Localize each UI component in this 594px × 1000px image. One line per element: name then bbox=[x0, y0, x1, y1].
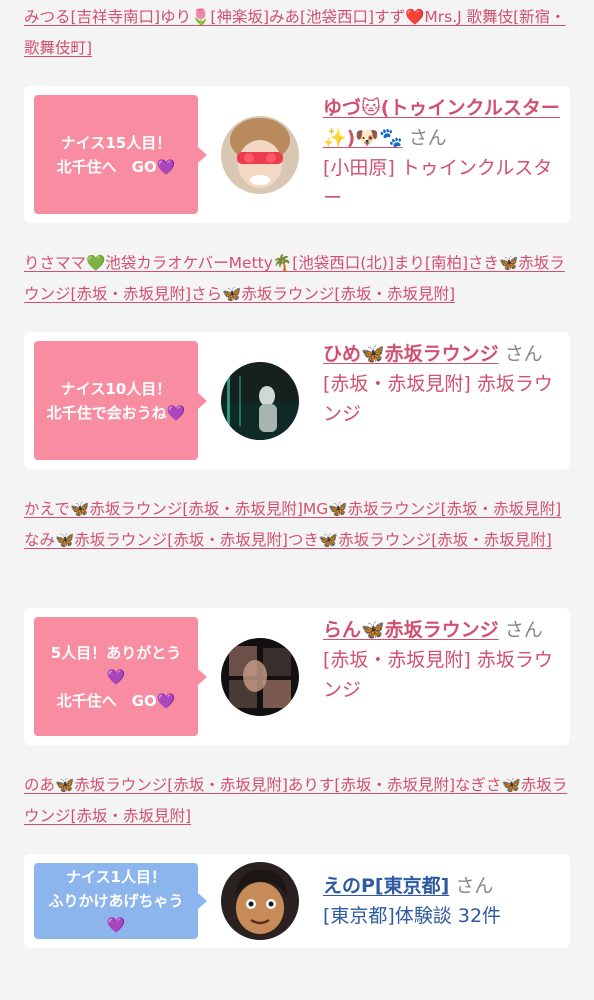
message-bubble: 5人目！ありがとう💜 北千住へ GO💜 bbox=[34, 617, 207, 736]
avatar-photo-icon bbox=[221, 638, 299, 716]
avatar-face-icon bbox=[221, 862, 299, 940]
review-card[interactable]: ナイス10人目！ 北千住で会おうね💜 ひめ🦋赤坂ラウンジ さん [赤坂・赤坂見附… bbox=[24, 332, 570, 469]
reviewer-info: ゆづ🐱(トゥインクルスター✨)🐶🐾 さん [小田原] トゥインクルスター bbox=[323, 93, 563, 213]
review-card[interactable]: 5人目！ありがとう💜 北千住へ GO💜 らん🦋赤坂ラウンジ さん [赤坂・赤坂見… bbox=[24, 608, 570, 745]
bubble-tail bbox=[198, 668, 207, 685]
bubble-tail bbox=[198, 893, 207, 909]
reviewer-info: ひめ🦋赤坂ラウンジ さん [赤坂・赤坂見附] 赤坂ラウンジ bbox=[323, 339, 563, 429]
honorific: さん bbox=[504, 619, 543, 641]
review-card[interactable]: ナイス15人目！ 北千住へ GO💜 ゆづ🐱(トゥインクルスター✨)🐶🐾 さん [… bbox=[24, 86, 570, 223]
bubble-tail bbox=[198, 392, 207, 409]
cast-links[interactable]: かえで🦋赤坂ラウンジ[赤坂・赤坂見附]MG🦋赤坂ラウンジ[赤坂・赤坂見附]なみ🦋… bbox=[24, 500, 561, 549]
message-text: ナイス15人目！ 北千住へ GO💜 bbox=[56, 133, 176, 176]
avatar[interactable] bbox=[221, 116, 299, 194]
cast-link-strip: のあ🦋赤坂ラウンジ[赤坂・赤坂見附]ありす[赤坂・赤坂見附]なぎさ🦋赤坂ラウンジ… bbox=[24, 770, 576, 832]
reviewer-name[interactable]: ひめ🦋赤坂ラウンジ bbox=[323, 343, 499, 365]
honorific: さん bbox=[504, 343, 543, 365]
shop-location: [小田原] トゥインクルスター bbox=[323, 157, 553, 209]
shop-location: [赤坂・赤坂見附] 赤坂ラウンジ bbox=[323, 649, 553, 701]
cast-links[interactable]: のあ🦋赤坂ラウンジ[赤坂・赤坂見附]ありす[赤坂・赤坂見附]なぎさ🦋赤坂ラウンジ… bbox=[24, 776, 567, 825]
honorific: さん bbox=[408, 127, 447, 149]
honorific: さん bbox=[455, 875, 494, 897]
avatar[interactable] bbox=[221, 638, 299, 716]
message-text: ナイス10人目！ 北千住で会おうね💜 bbox=[46, 379, 186, 422]
review-feed: みつる[吉祥寺南口]ゆり🌷[神楽坂]みあ[池袋西口]すず❤️Mrs.J 歌舞伎[… bbox=[0, 0, 594, 1000]
avatar-photo-icon bbox=[221, 362, 299, 440]
reviewer-name[interactable]: えのP[東京都] bbox=[323, 875, 449, 897]
shop-location: [赤坂・赤坂見附] 赤坂ラウンジ bbox=[323, 373, 553, 425]
message-bubble: ナイス1人目！ ふりかけあげちゃう💜 bbox=[34, 863, 207, 939]
cast-link-strip: みつる[吉祥寺南口]ゆり🌷[神楽坂]みあ[池袋西口]すず❤️Mrs.J 歌舞伎[… bbox=[24, 2, 576, 64]
cast-link-strip: かえで🦋赤坂ラウンジ[赤坂・赤坂見附]MG🦋赤坂ラウンジ[赤坂・赤坂見附]なみ🦋… bbox=[24, 494, 576, 556]
cast-link-strip: りさママ💚池袋カラオケバーMetty🌴[池袋西口(北)]まり[南柏]さき🦋赤坂ラ… bbox=[24, 248, 576, 310]
shop-location: [東京都]体験談 32件 bbox=[323, 905, 502, 927]
reviewer-info: えのP[東京都] さん [東京都]体験談 32件 bbox=[323, 871, 563, 931]
bubble-tail bbox=[198, 146, 207, 163]
message-text: ナイス1人目！ ふりかけあげちゃう💜 bbox=[48, 868, 184, 934]
avatar[interactable] bbox=[221, 862, 299, 940]
reviewer-info: らん🦋赤坂ラウンジ さん [赤坂・赤坂見附] 赤坂ラウンジ bbox=[323, 615, 563, 705]
reviewer-name[interactable]: らん🦋赤坂ラウンジ bbox=[323, 619, 499, 641]
cast-links[interactable]: りさママ💚池袋カラオケバーMetty🌴[池袋西口(北)]まり[南柏]さき🦋赤坂ラ… bbox=[24, 254, 565, 303]
message-text: 5人目！ありがとう💜 北千住へ GO💜 bbox=[50, 643, 182, 710]
message-bubble: ナイス15人目！ 北千住へ GO💜 bbox=[34, 95, 207, 214]
avatar-photo-icon bbox=[221, 116, 299, 194]
cast-links[interactable]: みつる[吉祥寺南口]ゆり🌷[神楽坂]みあ[池袋西口]すず❤️Mrs.J 歌舞伎[… bbox=[24, 8, 566, 57]
message-bubble: ナイス10人目！ 北千住で会おうね💜 bbox=[34, 341, 207, 460]
review-card[interactable]: ナイス1人目！ ふりかけあげちゃう💜 えのP[東京都] さん [東京都]体験談 … bbox=[24, 854, 570, 948]
avatar[interactable] bbox=[221, 362, 299, 440]
